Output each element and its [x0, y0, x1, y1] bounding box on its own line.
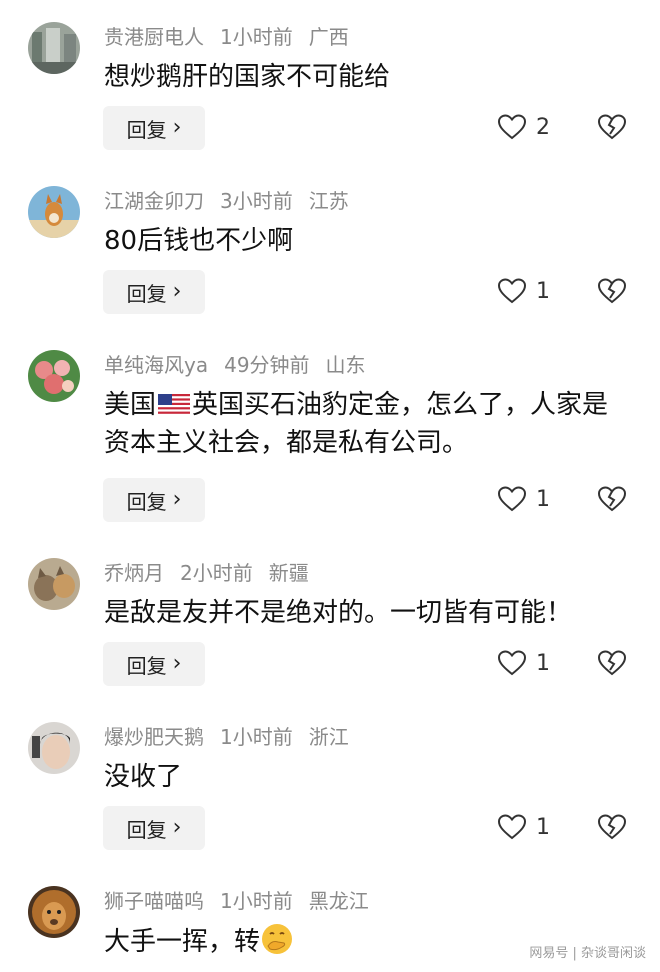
- heart-outline-icon: [498, 114, 526, 140]
- dislike-button[interactable]: [597, 650, 627, 680]
- like-button[interactable]: 1: [498, 486, 550, 512]
- broken-heart-icon: [597, 650, 627, 676]
- username[interactable]: 贵港厨电人: [104, 25, 204, 49]
- reply-label: 回复: [126, 489, 167, 514]
- comment-meta: 单纯海风ya 49分钟前 山东: [104, 352, 382, 378]
- comment-text: 是敌是友并不是绝对的。一切皆有可能！: [104, 598, 573, 628]
- watermark: 网易号 | 杂谈哥闲谈: [525, 941, 650, 962]
- dislike-button[interactable]: [597, 814, 627, 844]
- dislike-button[interactable]: [597, 278, 627, 308]
- reply-label: 回复: [126, 117, 167, 142]
- heart-outline-icon: [498, 650, 526, 676]
- chevron-right-icon: ›: [172, 651, 182, 676]
- reply-button[interactable]: 回复 ›: [103, 270, 205, 314]
- like-button[interactable]: 1: [498, 278, 550, 304]
- reply-button[interactable]: 回复 ›: [103, 642, 205, 686]
- comment-time: 1小时前: [220, 25, 293, 49]
- heart-outline-icon: [498, 486, 526, 512]
- chevron-right-icon: ›: [172, 279, 182, 304]
- comment-location: 新疆: [268, 561, 309, 585]
- comment-text-part: 美国: [104, 390, 157, 420]
- broken-heart-icon: [597, 114, 627, 140]
- comment-meta: 江湖金卯刀 3小时前 江苏: [104, 188, 365, 214]
- broken-heart-icon: [597, 486, 627, 512]
- reply-button[interactable]: 回复 ›: [103, 106, 205, 150]
- heart-outline-icon: [498, 814, 526, 840]
- avatar[interactable]: [28, 186, 80, 238]
- us-flag-icon: [158, 394, 191, 416]
- like-button[interactable]: 1: [498, 650, 550, 676]
- username[interactable]: 乔炳月: [104, 561, 164, 585]
- avatar[interactable]: [28, 350, 80, 402]
- comment-location: 广西: [308, 25, 349, 49]
- comment-location: 江苏: [308, 189, 349, 213]
- like-button[interactable]: 1: [498, 814, 550, 840]
- comment-text: 美国 英国买石油豹定金，怎么了，人家是资本主义社会，都是私有公司。: [104, 386, 624, 462]
- comment-location: 浙江: [308, 725, 349, 749]
- comment-location: 山东: [325, 353, 366, 377]
- username[interactable]: 狮子喵喵呜: [104, 889, 204, 913]
- like-count: 1: [536, 278, 550, 304]
- comment-text: 80后钱也不少啊: [104, 226, 294, 256]
- hand-over-mouth-emoji-icon: [262, 924, 293, 954]
- comment-location: 黑龙江: [308, 889, 369, 913]
- comment-text-part: 大手一挥，转: [104, 927, 261, 957]
- like-count: 2: [536, 114, 550, 140]
- avatar[interactable]: [28, 722, 80, 774]
- comment-text: 想炒鹅肝的国家不可能给: [104, 62, 391, 92]
- chevron-right-icon: ›: [172, 815, 182, 840]
- broken-heart-icon: [597, 814, 627, 840]
- reply-button[interactable]: 回复 ›: [103, 478, 205, 522]
- heart-outline-icon: [498, 278, 526, 304]
- username[interactable]: 单纯海风ya: [104, 353, 208, 377]
- comment-time: 49分钟前: [224, 353, 310, 377]
- avatar[interactable]: [28, 22, 80, 74]
- username[interactable]: 江湖金卯刀: [104, 189, 204, 213]
- avatar[interactable]: [28, 558, 80, 610]
- username[interactable]: 爆炒肥天鹅: [104, 725, 204, 749]
- comment-meta: 狮子喵喵呜 1小时前 黑龙江: [104, 888, 385, 914]
- like-count: 1: [536, 486, 550, 512]
- comment-meta: 乔炳月 2小时前 新疆: [104, 560, 325, 586]
- dislike-button[interactable]: [597, 486, 627, 516]
- like-button[interactable]: 2: [498, 114, 550, 140]
- dislike-button[interactable]: [597, 114, 627, 144]
- comment-time: 2小时前: [180, 561, 253, 585]
- comment-time: 1小时前: [220, 725, 293, 749]
- comment-meta: 贵港厨电人 1小时前 广西: [104, 24, 365, 50]
- avatar[interactable]: [28, 886, 80, 938]
- reply-label: 回复: [126, 817, 167, 842]
- broken-heart-icon: [597, 278, 627, 304]
- reply-button[interactable]: 回复 ›: [103, 806, 205, 850]
- comment-text: 没收了: [104, 762, 183, 792]
- comment-meta: 爆炒肥天鹅 1小时前 浙江: [104, 724, 365, 750]
- comment-time: 1小时前: [220, 889, 293, 913]
- reply-label: 回复: [126, 653, 167, 678]
- comment-time: 3小时前: [220, 189, 293, 213]
- like-count: 1: [536, 814, 550, 840]
- like-count: 1: [536, 650, 550, 676]
- reply-label: 回复: [126, 281, 167, 306]
- chevron-right-icon: ›: [172, 487, 182, 512]
- chevron-right-icon: ›: [172, 115, 182, 140]
